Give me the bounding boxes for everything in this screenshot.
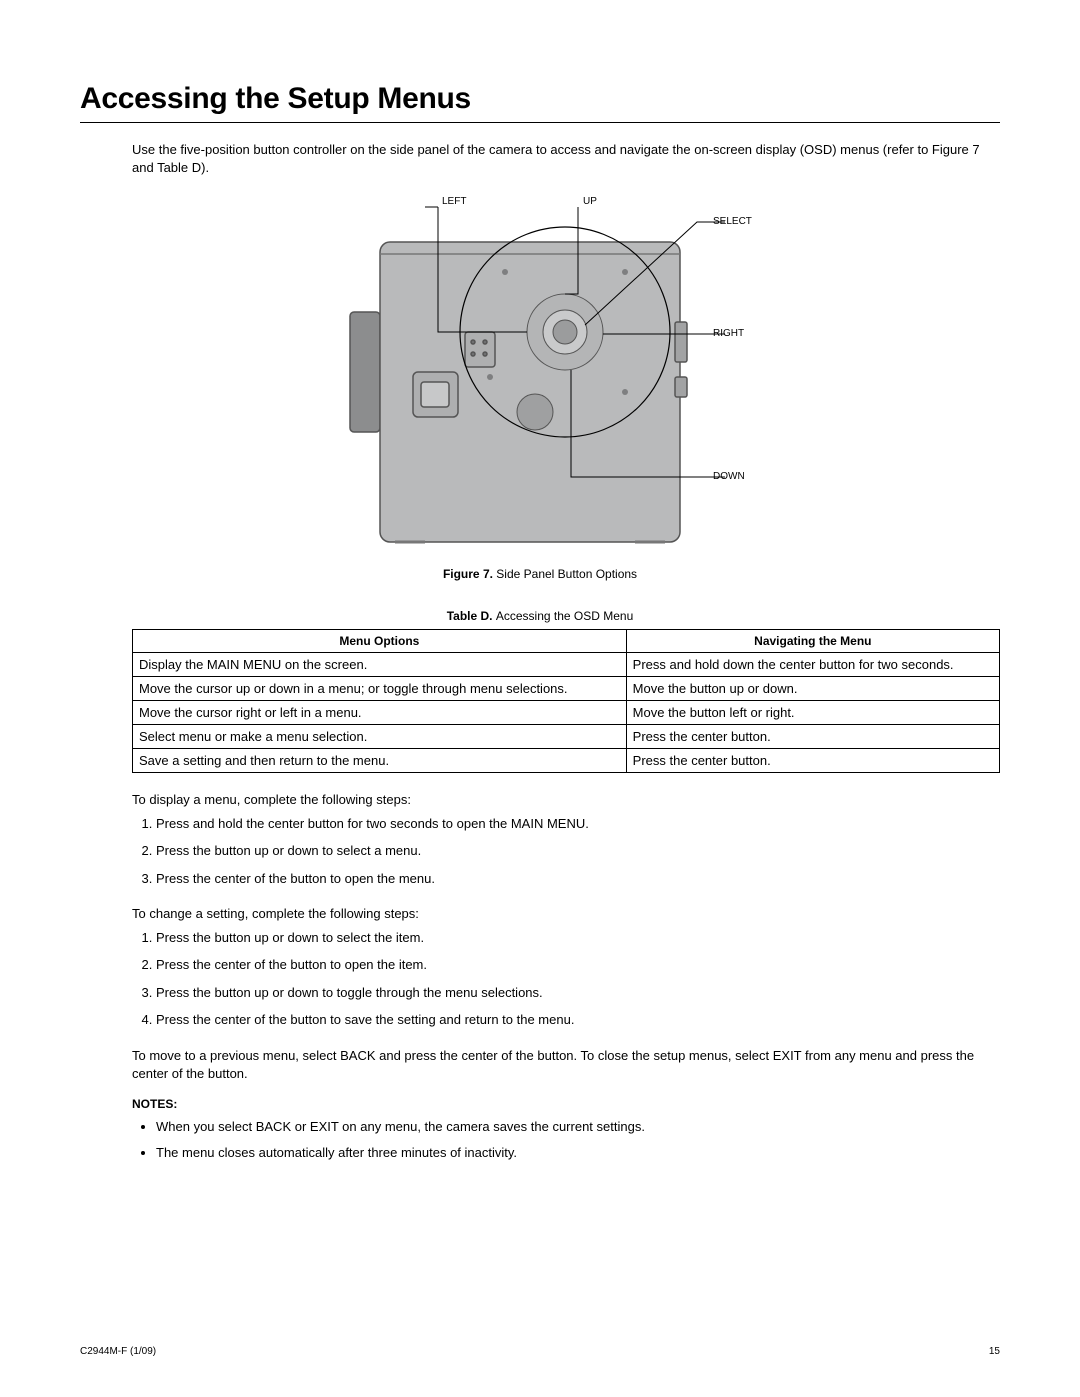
- table-header-row: Menu Options Navigating the Menu: [133, 630, 1000, 653]
- table-header-options: Menu Options: [133, 630, 627, 653]
- list-item: Press and hold the center button for two…: [156, 815, 1000, 833]
- change-steps: Press the button up or down to select th…: [132, 929, 1000, 1029]
- list-item: Press the center of the button to save t…: [156, 1011, 1000, 1029]
- list-item: Press the button up or down to select th…: [156, 929, 1000, 947]
- page-title: Accessing the Setup Menus: [80, 82, 1000, 116]
- notes-list: When you select BACK or EXIT on any menu…: [132, 1118, 1000, 1161]
- table-row: Save a setting and then return to the me…: [133, 749, 1000, 773]
- table-title: Table D. Accessing the OSD Menu: [80, 609, 1000, 623]
- table-row: Move the cursor up or down in a menu; or…: [133, 677, 1000, 701]
- footer-doc-id: C2944M-F (1/09): [80, 1346, 156, 1357]
- table-row: Display the MAIN MENU on the screen.Pres…: [133, 653, 1000, 677]
- osd-table: Menu Options Navigating the Menu Display…: [132, 629, 1000, 773]
- move-back-paragraph: To move to a previous menu, select BACK …: [132, 1047, 1000, 1082]
- table-header-nav: Navigating the Menu: [626, 630, 999, 653]
- display-steps: Press and hold the center button for two…: [132, 815, 1000, 888]
- list-item: Press the button up or down to toggle th…: [156, 984, 1000, 1002]
- figure-caption: Figure 7. Side Panel Button Options: [80, 567, 1000, 581]
- list-item: The menu closes automatically after thre…: [156, 1144, 1000, 1162]
- figure-label-right: RIGHT: [713, 328, 744, 339]
- table-row: Select menu or make a menu selection.Pre…: [133, 725, 1000, 749]
- figure-label-select: SELECT: [713, 216, 752, 227]
- page-footer: C2944M-F (1/09) 15: [80, 1346, 1000, 1357]
- figure-side-panel: LEFT UP SELECT RIGHT DOWN: [325, 192, 755, 552]
- figure-label-up: UP: [583, 196, 597, 207]
- list-item: Press the button up or down to select a …: [156, 842, 1000, 860]
- list-item: When you select BACK or EXIT on any menu…: [156, 1118, 1000, 1136]
- notes-heading: NOTES:: [132, 1096, 1000, 1112]
- figure-label-down: DOWN: [713, 471, 745, 482]
- table-row: Move the cursor right or left in a menu.…: [133, 701, 1000, 725]
- list-item: Press the center of the button to open t…: [156, 956, 1000, 974]
- footer-page-number: 15: [989, 1346, 1000, 1357]
- display-intro: To display a menu, complete the followin…: [132, 791, 1000, 809]
- title-rule: [80, 122, 1000, 123]
- figure-label-left: LEFT: [442, 196, 466, 207]
- intro-paragraph: Use the five-position button controller …: [132, 141, 1000, 176]
- change-intro: To change a setting, complete the follow…: [132, 905, 1000, 923]
- list-item: Press the center of the button to open t…: [156, 870, 1000, 888]
